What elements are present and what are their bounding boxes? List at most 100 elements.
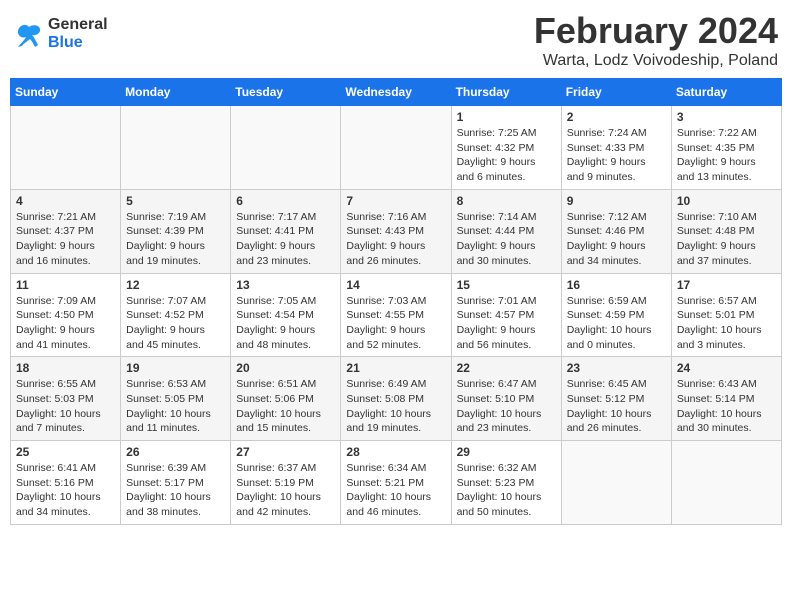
calendar-day-cell: 17 Sunrise: 6:57 AM Sunset: 5:01 PM Dayli… xyxy=(671,273,781,357)
month-title: February 2024 xyxy=(534,10,778,52)
calendar-day-cell: 25 Sunrise: 6:41 AM Sunset: 5:16 PM Dayli… xyxy=(11,441,121,525)
day-info: Sunrise: 6:59 AM Sunset: 4:59 PM Dayligh… xyxy=(567,294,666,353)
calendar-day-cell: 21 Sunrise: 6:49 AM Sunset: 5:08 PM Dayli… xyxy=(341,357,451,441)
calendar-day-cell: 5 Sunrise: 7:19 AM Sunset: 4:39 PM Daylig… xyxy=(121,189,231,273)
day-number: 24 xyxy=(677,361,776,375)
day-number: 1 xyxy=(457,110,556,124)
day-info: Sunrise: 6:51 AM Sunset: 5:06 PM Dayligh… xyxy=(236,377,335,436)
day-number: 17 xyxy=(677,278,776,292)
day-info: Sunrise: 7:24 AM Sunset: 4:33 PM Dayligh… xyxy=(567,126,666,185)
logo: General Blue xyxy=(14,16,108,52)
day-number: 18 xyxy=(16,361,115,375)
day-info: Sunrise: 6:37 AM Sunset: 5:19 PM Dayligh… xyxy=(236,461,335,520)
calendar-day-cell: 24Sunrise: 6:43 AM Sunset: 5:14 PM Dayli… xyxy=(671,357,781,441)
day-of-week-header: Tuesday xyxy=(231,79,341,106)
day-info: Sunrise: 7:25 AM Sunset: 4:32 PM Dayligh… xyxy=(457,126,556,185)
day-info: Sunrise: 6:34 AM Sunset: 5:21 PM Dayligh… xyxy=(346,461,445,520)
calendar-day-cell xyxy=(341,106,451,190)
day-number: 13 xyxy=(236,278,335,292)
day-of-week-header: Saturday xyxy=(671,79,781,106)
day-number: 14 xyxy=(346,278,445,292)
calendar-day-cell: 13 Sunrise: 7:05 AM Sunset: 4:54 PM Dayli… xyxy=(231,273,341,357)
day-number: 3 xyxy=(677,110,776,124)
calendar-day-cell: 27Sunrise: 6:37 AM Sunset: 5:19 PM Dayli… xyxy=(231,441,341,525)
calendar-day-cell xyxy=(561,441,671,525)
day-info: Sunrise: 6:49 AM Sunset: 5:08 PM Dayligh… xyxy=(346,377,445,436)
calendar-day-cell: 8 Sunrise: 7:14 AM Sunset: 4:44 PM Daylig… xyxy=(451,189,561,273)
calendar-day-cell xyxy=(671,441,781,525)
calendar-day-cell: 23 Sunrise: 6:45 AM Sunset: 5:12 PM Dayli… xyxy=(561,357,671,441)
day-number: 23 xyxy=(567,361,666,375)
calendar-day-cell: 9 Sunrise: 7:12 AM Sunset: 4:46 PM Daylig… xyxy=(561,189,671,273)
day-number: 25 xyxy=(16,445,115,459)
day-info: Sunrise: 7:17 AM Sunset: 4:41 PM Dayligh… xyxy=(236,210,335,269)
logo-text: General Blue xyxy=(48,16,108,52)
day-info: Sunrise: 7:07 AM Sunset: 4:52 PM Dayligh… xyxy=(126,294,225,353)
day-of-week-header: Thursday xyxy=(451,79,561,106)
day-number: 9 xyxy=(567,194,666,208)
day-number: 5 xyxy=(126,194,225,208)
day-info: Sunrise: 6:41 AM Sunset: 5:16 PM Dayligh… xyxy=(16,461,115,520)
day-info: Sunrise: 6:45 AM Sunset: 5:12 PM Dayligh… xyxy=(567,377,666,436)
day-number: 22 xyxy=(457,361,556,375)
day-number: 6 xyxy=(236,194,335,208)
day-number: 12 xyxy=(126,278,225,292)
calendar-header-row: SundayMondayTuesdayWednesdayThursdayFrid… xyxy=(11,79,782,106)
calendar-day-cell: 2 Sunrise: 7:24 AM Sunset: 4:33 PM Daylig… xyxy=(561,106,671,190)
calendar-day-cell: 26 Sunrise: 6:39 AM Sunset: 5:17 PM Dayli… xyxy=(121,441,231,525)
calendar-day-cell xyxy=(11,106,121,190)
calendar-day-cell: 22 Sunrise: 6:47 AM Sunset: 5:10 PM Dayli… xyxy=(451,357,561,441)
calendar-day-cell xyxy=(231,106,341,190)
day-of-week-header: Friday xyxy=(561,79,671,106)
day-info: Sunrise: 7:05 AM Sunset: 4:54 PM Dayligh… xyxy=(236,294,335,353)
calendar-day-cell: 18 Sunrise: 6:55 AM Sunset: 5:03 PM Dayli… xyxy=(11,357,121,441)
calendar-day-cell: 20 Sunrise: 6:51 AM Sunset: 5:06 PM Dayli… xyxy=(231,357,341,441)
calendar-day-cell: 14 Sunrise: 7:03 AM Sunset: 4:55 PM Dayli… xyxy=(341,273,451,357)
calendar-day-cell: 10Sunrise: 7:10 AM Sunset: 4:48 PM Dayli… xyxy=(671,189,781,273)
day-info: Sunrise: 7:01 AM Sunset: 4:57 PM Dayligh… xyxy=(457,294,556,353)
calendar-day-cell: 3 Sunrise: 7:22 AM Sunset: 4:35 PM Daylig… xyxy=(671,106,781,190)
calendar-week-row: 4 Sunrise: 7:21 AM Sunset: 4:37 PM Daylig… xyxy=(11,189,782,273)
day-number: 10 xyxy=(677,194,776,208)
day-info: Sunrise: 6:55 AM Sunset: 5:03 PM Dayligh… xyxy=(16,377,115,436)
day-info: Sunrise: 7:12 AM Sunset: 4:46 PM Dayligh… xyxy=(567,210,666,269)
calendar-week-row: 1 Sunrise: 7:25 AM Sunset: 4:32 PM Daylig… xyxy=(11,106,782,190)
calendar-day-cell: 12 Sunrise: 7:07 AM Sunset: 4:52 PM Dayli… xyxy=(121,273,231,357)
calendar-day-cell: 11 Sunrise: 7:09 AM Sunset: 4:50 PM Dayli… xyxy=(11,273,121,357)
calendar-week-row: 11 Sunrise: 7:09 AM Sunset: 4:50 PM Dayli… xyxy=(11,273,782,357)
calendar-day-cell: 29Sunrise: 6:32 AM Sunset: 5:23 PM Dayli… xyxy=(451,441,561,525)
calendar-day-cell: 19Sunrise: 6:53 AM Sunset: 5:05 PM Dayli… xyxy=(121,357,231,441)
day-info: Sunrise: 7:14 AM Sunset: 4:44 PM Dayligh… xyxy=(457,210,556,269)
day-of-week-header: Sunday xyxy=(11,79,121,106)
day-number: 7 xyxy=(346,194,445,208)
calendar-week-row: 18 Sunrise: 6:55 AM Sunset: 5:03 PM Dayli… xyxy=(11,357,782,441)
calendar-day-cell: 6 Sunrise: 7:17 AM Sunset: 4:41 PM Daylig… xyxy=(231,189,341,273)
logo-icon xyxy=(14,19,44,49)
day-number: 20 xyxy=(236,361,335,375)
day-number: 15 xyxy=(457,278,556,292)
day-number: 21 xyxy=(346,361,445,375)
day-number: 2 xyxy=(567,110,666,124)
day-info: Sunrise: 7:03 AM Sunset: 4:55 PM Dayligh… xyxy=(346,294,445,353)
calendar-day-cell: 15 Sunrise: 7:01 AM Sunset: 4:57 PM Dayli… xyxy=(451,273,561,357)
day-info: Sunrise: 6:53 AM Sunset: 5:05 PM Dayligh… xyxy=(126,377,225,436)
calendar-day-cell: 1 Sunrise: 7:25 AM Sunset: 4:32 PM Daylig… xyxy=(451,106,561,190)
day-info: Sunrise: 7:22 AM Sunset: 4:35 PM Dayligh… xyxy=(677,126,776,185)
day-of-week-header: Monday xyxy=(121,79,231,106)
day-number: 26 xyxy=(126,445,225,459)
calendar-week-row: 25 Sunrise: 6:41 AM Sunset: 5:16 PM Dayli… xyxy=(11,441,782,525)
day-number: 11 xyxy=(16,278,115,292)
day-info: Sunrise: 6:47 AM Sunset: 5:10 PM Dayligh… xyxy=(457,377,556,436)
day-info: Sunrise: 6:57 AM Sunset: 5:01 PM Dayligh… xyxy=(677,294,776,353)
day-info: Sunrise: 7:16 AM Sunset: 4:43 PM Dayligh… xyxy=(346,210,445,269)
day-info: Sunrise: 7:09 AM Sunset: 4:50 PM Dayligh… xyxy=(16,294,115,353)
day-info: Sunrise: 6:39 AM Sunset: 5:17 PM Dayligh… xyxy=(126,461,225,520)
title-block: February 2024 Warta, Lodz Voivodeship, P… xyxy=(534,10,778,70)
calendar-table: SundayMondayTuesdayWednesdayThursdayFrid… xyxy=(10,78,782,525)
day-info: Sunrise: 7:19 AM Sunset: 4:39 PM Dayligh… xyxy=(126,210,225,269)
calendar-day-cell: 7 Sunrise: 7:16 AM Sunset: 4:43 PM Daylig… xyxy=(341,189,451,273)
day-number: 8 xyxy=(457,194,556,208)
location: Warta, Lodz Voivodeship, Poland xyxy=(534,52,778,70)
day-info: Sunrise: 7:21 AM Sunset: 4:37 PM Dayligh… xyxy=(16,210,115,269)
day-number: 4 xyxy=(16,194,115,208)
